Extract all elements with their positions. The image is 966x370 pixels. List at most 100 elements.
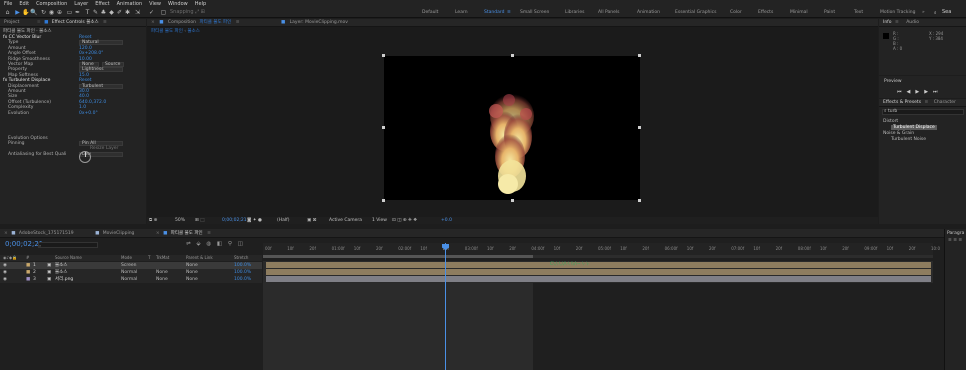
transform-handle-bc[interactable]: [511, 199, 514, 202]
tab-composition-name[interactable]: 파티클 불도 파인: [199, 20, 231, 25]
effects-search-input[interactable]: ⌕ turb: [882, 109, 964, 115]
rotate-tool-icon[interactable]: ↻: [40, 9, 47, 16]
effects-tree-item[interactable]: Turbulent Noise: [891, 137, 926, 142]
effect-row-dropdown[interactable]: Lightness: [79, 67, 123, 73]
timeline-switches-icons[interactable]: ⇌ ⬙ ◍ ◧ ⚲ ◫: [186, 241, 245, 247]
grid-icons[interactable]: ⊞ ⬚: [195, 217, 204, 224]
workspace-minimal[interactable]: Minimal: [790, 10, 808, 15]
workspace-default[interactable]: Default: [422, 10, 438, 15]
workspace-paint[interactable]: Paint: [824, 10, 835, 15]
effect-row-dropdown[interactable]: Natural: [79, 40, 123, 46]
layer-mode[interactable]: Normal: [121, 269, 137, 276]
clone-stamp-tool-icon[interactable]: ♣: [100, 9, 107, 16]
timeline-search-input[interactable]: ⌕: [38, 242, 98, 248]
layer-bar-3[interactable]: [266, 276, 931, 282]
camera-dropdown[interactable]: Active Camera: [329, 217, 362, 224]
layer-name[interactable]: 불소스: [55, 262, 67, 269]
transform-handle-tl[interactable]: [382, 54, 385, 57]
roto-brush-tool-icon[interactable]: ✐: [116, 9, 123, 16]
transform-handle-bl[interactable]: [382, 199, 385, 202]
puppet-tool-icon[interactable]: ✱: [124, 9, 131, 16]
workspace-animation[interactable]: Animation: [637, 10, 660, 15]
align-icon[interactable]: ✓: [148, 9, 155, 16]
timeline-layer-row[interactable]: ◉ ■ 1 ▣ 불소스 Screen None 100.0%: [0, 262, 262, 269]
workspace-small-screen[interactable]: Small Screen: [520, 10, 549, 15]
menu-animation[interactable]: Animation: [117, 1, 143, 7]
brush-tool-icon[interactable]: ✎: [92, 9, 99, 16]
effect-row-value[interactable]: 0x+0.0°: [79, 111, 98, 117]
home-icon[interactable]: ⌂: [4, 9, 11, 16]
layer-bar-1[interactable]: [266, 262, 931, 268]
menu-window[interactable]: Window: [168, 1, 188, 7]
view-layout-dropdown[interactable]: 1 View: [372, 217, 387, 224]
layer-mode[interactable]: Screen: [121, 262, 136, 269]
col-source-name[interactable]: Source Name: [55, 255, 82, 261]
breadcrumb-comp[interactable]: 파티클 불도 파인: [151, 29, 183, 34]
layer-trkmat[interactable]: None: [156, 269, 168, 276]
layer-visibility-icon[interactable]: ◉: [3, 269, 7, 276]
always-preview-icon[interactable]: ⧉ ⊕: [149, 217, 157, 224]
breadcrumb-layer[interactable]: 불소스: [188, 29, 200, 34]
layer-stretch[interactable]: 100.0%: [234, 262, 251, 269]
transform-handle-br[interactable]: [638, 199, 641, 202]
tab-info[interactable]: Info: [883, 20, 892, 25]
search-help-label[interactable]: Sea: [942, 9, 951, 15]
tab-layer[interactable]: Layer: MovieClipping.mov: [290, 20, 348, 25]
transform-handle-mr[interactable]: [638, 126, 641, 129]
effect-row-dropdown-2[interactable]: Source: [102, 62, 124, 67]
paragraph-align-icons[interactable]: ≡ ≡ ≡: [945, 238, 966, 243]
workspace-color[interactable]: Color: [730, 10, 742, 15]
composition-canvas[interactable]: [384, 56, 640, 200]
effect-row[interactable]: Evolution 0x+0.0°: [0, 111, 145, 117]
layer-name[interactable]: 불소스: [55, 269, 67, 276]
layer-mode[interactable]: Normal: [121, 276, 137, 283]
menu-layer[interactable]: Layer: [74, 1, 88, 7]
tab-adobestock[interactable]: AdobeStock_175171519: [19, 231, 74, 236]
pen-tool-icon[interactable]: ✒: [74, 9, 81, 16]
tab-character[interactable]: Character: [934, 100, 956, 105]
playhead[interactable]: [445, 243, 446, 370]
layer-stretch[interactable]: 100.0%: [234, 276, 251, 283]
time-ruler[interactable]: 00f 10f 20f 01:00f 10f 20f 02:00f 10f 20f 03:00f 1…: [263, 243, 940, 255]
workspaces-overflow-icon[interactable]: »: [922, 10, 925, 15]
workspace-learn[interactable]: Learn: [455, 10, 468, 15]
workspace-essential-graphics[interactable]: Essential Graphics: [675, 10, 716, 15]
layer-bar-2[interactable]: [266, 269, 931, 275]
playback-controls[interactable]: ⏮◀▶▶⏭: [897, 89, 943, 95]
hand-tool-icon[interactable]: ✋: [22, 9, 29, 16]
layer-visibility-icon[interactable]: ◉: [3, 262, 7, 269]
work-area-bar[interactable]: [263, 255, 933, 258]
workspace-text[interactable]: Text: [854, 10, 863, 15]
col-stretch[interactable]: Stretch: [234, 255, 248, 261]
snapping-checkbox-icon[interactable]: ▢: [160, 9, 167, 16]
search-help-icon[interactable]: ⌕: [934, 10, 937, 16]
effect-row-dropdown[interactable]: Turbulent: [79, 83, 123, 89]
magnification-dropdown[interactable]: 50%: [175, 217, 185, 224]
roi-icon[interactable]: ▣ ⊠: [307, 217, 316, 224]
menu-view[interactable]: View: [149, 1, 161, 7]
col-trkmat[interactable]: TrkMat: [156, 255, 169, 261]
workspace-standard[interactable]: Standard: [484, 10, 504, 15]
exposure-value[interactable]: +0.0: [441, 217, 452, 224]
timeline-layer-row[interactable]: ◉ ■ 3 ▣ 서리.png Normal None None 100.0%: [0, 276, 262, 283]
snapping-toggle[interactable]: Snapping ⤢ ⊞: [170, 9, 205, 15]
workspace-all-panels[interactable]: All Panels: [598, 10, 620, 15]
type-tool-icon[interactable]: T: [84, 9, 91, 16]
rectangle-tool-icon[interactable]: ▭: [66, 9, 73, 16]
layer-stretch[interactable]: 100.0%: [234, 269, 251, 276]
tab-audio[interactable]: Audio: [906, 20, 919, 25]
tab-effects-presets[interactable]: Effects & Presets: [883, 100, 921, 105]
tab-project[interactable]: Project: [4, 20, 19, 25]
workspace-motion-tracking[interactable]: Motion Tracking: [880, 10, 915, 15]
workspace-libraries[interactable]: Libraries: [565, 10, 584, 15]
tab-effect-controls[interactable]: Effect Controls 불소스: [52, 20, 99, 25]
tab-movieclipping[interactable]: MovieClipping: [103, 231, 135, 236]
layer-parent[interactable]: None: [186, 269, 198, 276]
layer-trkmat[interactable]: None: [156, 276, 168, 283]
camera-tool-icon[interactable]: ◉: [48, 9, 55, 16]
pan-behind-tool-icon[interactable]: ⊕: [56, 9, 63, 16]
evolution-dial-icon[interactable]: [79, 151, 91, 163]
snapshot-icon[interactable]: ◙ ✦ ●: [247, 217, 262, 224]
menu-file[interactable]: File: [4, 1, 12, 7]
col-t[interactable]: T: [148, 255, 150, 261]
